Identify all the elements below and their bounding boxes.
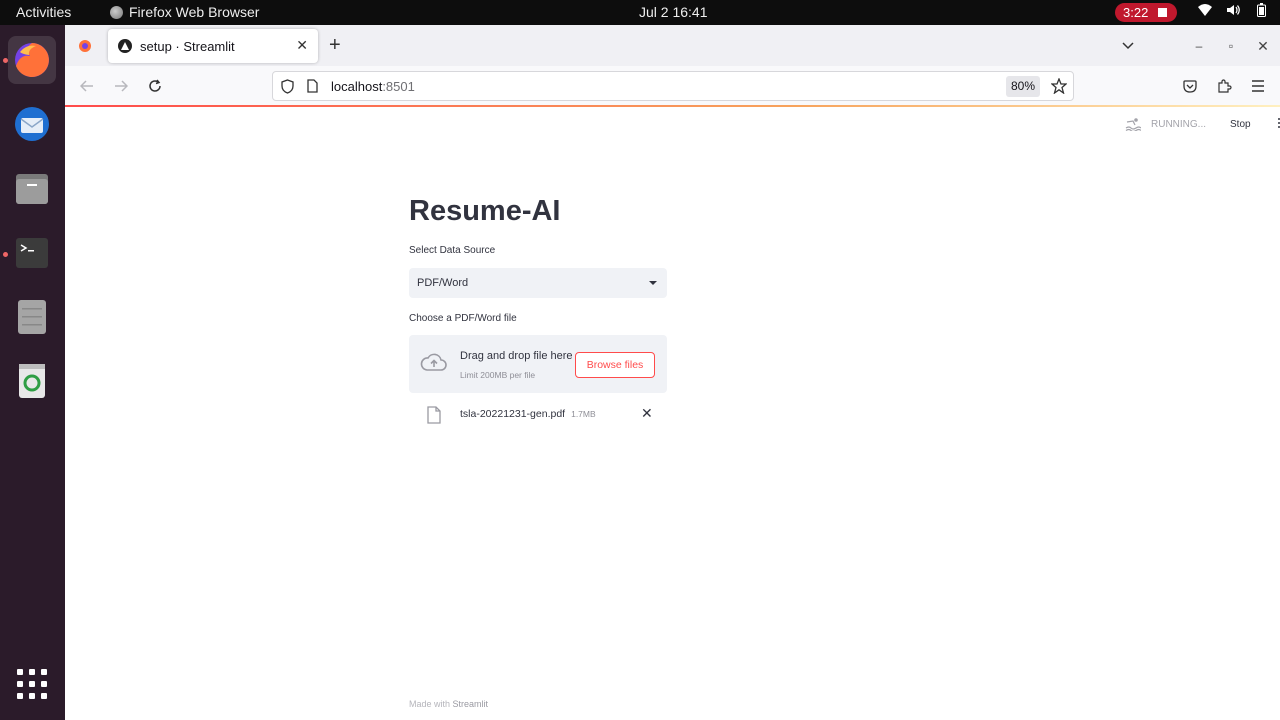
streamlit-link[interactable]: Streamlit (453, 699, 489, 709)
list-all-tabs-button[interactable] (1122, 37, 1134, 55)
hamburger-icon (1277, 117, 1280, 128)
puzzle-icon (1217, 78, 1232, 93)
uploaded-file-item: tsla-20221231-gen.pdf 1.7MB ✕ (409, 403, 667, 427)
show-applications-button[interactable] (17, 669, 47, 699)
chevron-down-icon (1122, 42, 1134, 50)
screen-recording-indicator[interactable]: 3:22 (1115, 3, 1177, 22)
firefox-app-icon (110, 5, 123, 19)
reload-icon (149, 79, 161, 92)
hamburger-icon (1252, 80, 1264, 92)
dropzone-instructions: Drag and drop file here (460, 350, 573, 362)
app-menu[interactable]: Firefox Web Browser (110, 4, 259, 20)
files-icon (16, 174, 48, 204)
dock-terminal[interactable] (8, 228, 56, 276)
tracking-protection-icon[interactable] (281, 79, 294, 99)
dock-firefox[interactable] (8, 36, 56, 84)
dock (0, 25, 65, 720)
page-title: Resume-AI (409, 195, 561, 227)
back-arrow-icon (80, 80, 93, 92)
file-name: tsla-20221231-gen.pdf 1.7MB (460, 408, 596, 420)
firefox-icon (15, 43, 49, 77)
dock-files[interactable] (8, 164, 56, 212)
streamlit-main-menu[interactable] (1277, 117, 1280, 131)
pocket-icon (1183, 79, 1197, 93)
data-source-select[interactable]: PDF/Word (409, 268, 667, 298)
activities-button[interactable]: Activities (16, 4, 71, 20)
status-widget: RUNNING... Stop (1125, 117, 1280, 131)
drive-icon (18, 300, 46, 334)
select-value: PDF/Word (417, 277, 469, 289)
page-info-icon[interactable] (307, 79, 318, 98)
extensions-button[interactable] (1214, 76, 1234, 96)
firefox-view-icon (79, 40, 91, 52)
file-icon (427, 406, 441, 429)
stop-recording-icon (1158, 8, 1168, 17)
dock-trash[interactable] (8, 356, 56, 404)
app-menu-button[interactable] (1248, 76, 1268, 96)
system-tray[interactable] (1198, 3, 1268, 17)
file-size-limit: Limit 200MB per file (460, 370, 536, 380)
maximize-button[interactable]: ▫ (1223, 38, 1239, 54)
running-status-text: RUNNING... (1151, 118, 1206, 130)
stop-button[interactable]: Stop (1230, 119, 1251, 130)
wifi-icon (1198, 3, 1212, 17)
thunderbird-icon (15, 107, 49, 141)
dock-drive[interactable] (8, 292, 56, 340)
file-size: 1.7MB (571, 409, 596, 419)
cloud-upload-icon (420, 352, 448, 377)
reload-button[interactable] (145, 76, 165, 96)
clock[interactable]: Jul 2 16:41 (639, 4, 708, 20)
volume-icon (1226, 3, 1240, 17)
streamlit-app: RUNNING... Stop Resume-AI Select Data So… (65, 107, 1280, 720)
url-text: localhost:8501 (331, 79, 415, 94)
trash-icon (19, 364, 45, 398)
file-dropzone[interactable]: Drag and drop file here Limit 200MB per … (409, 335, 667, 393)
running-swimmer-icon (1125, 118, 1141, 131)
minimize-button[interactable]: – (1191, 38, 1207, 54)
streamlit-favicon (118, 39, 132, 53)
tab-strip: setup · Streamlit ✕ + – ▫ ✕ (65, 25, 1280, 66)
terminal-icon (16, 238, 48, 268)
browse-files-button[interactable]: Browse files (575, 352, 655, 378)
back-button[interactable] (77, 76, 97, 96)
bookmark-star-icon[interactable] (1050, 77, 1068, 99)
remove-file-icon[interactable]: ✕ (641, 405, 653, 422)
forward-button[interactable] (111, 76, 131, 96)
tab-close-icon[interactable]: ✕ (296, 37, 308, 54)
url-bar[interactable]: localhost:8501 80% (272, 71, 1074, 101)
app-name: Firefox Web Browser (129, 4, 260, 20)
battery-icon (1254, 3, 1268, 17)
dock-thunderbird[interactable] (8, 100, 56, 148)
recording-time: 3:22 (1123, 5, 1149, 20)
pocket-button[interactable] (1180, 76, 1200, 96)
firefox-window: setup · Streamlit ✕ + – ▫ ✕ localhost:85… (65, 25, 1280, 720)
new-tab-button[interactable]: + (329, 35, 341, 55)
uploader-label: Choose a PDF/Word file (409, 313, 517, 324)
select-label: Select Data Source (409, 245, 496, 256)
tab-title: setup · Streamlit (140, 38, 235, 54)
navigation-toolbar: localhost:8501 80% (65, 66, 1280, 106)
streamlit-footer: Made with Streamlit (409, 699, 489, 709)
system-top-bar: Activities Firefox Web Browser Jul 2 16:… (0, 0, 1280, 25)
close-window-button[interactable]: ✕ (1255, 38, 1271, 54)
zoom-level-button[interactable]: 80% (1006, 76, 1041, 97)
tab-active[interactable]: setup · Streamlit ✕ (108, 29, 318, 63)
caret-down-icon (649, 281, 657, 285)
forward-arrow-icon (115, 80, 128, 92)
firefox-view-button[interactable] (75, 36, 95, 56)
